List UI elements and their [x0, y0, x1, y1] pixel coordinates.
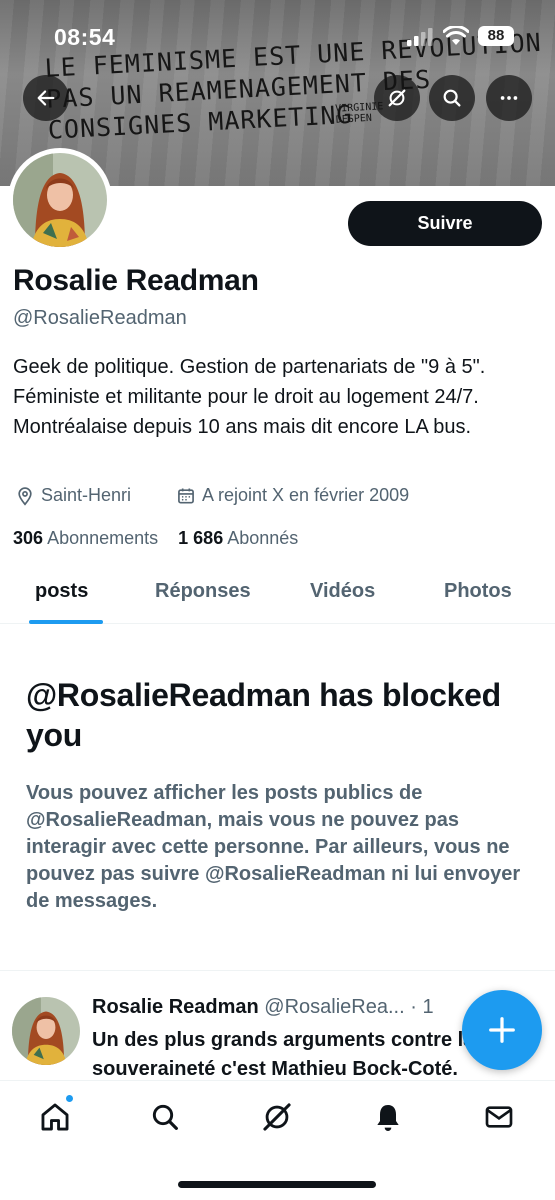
blocked-title: @RosalieReadman has blocked you — [26, 677, 501, 753]
search-profile-button[interactable] — [429, 75, 475, 121]
profile-name: Rosalie Readman — [13, 264, 259, 297]
notification-dot — [65, 1094, 74, 1103]
follow-button[interactable]: Suivre — [348, 201, 542, 246]
arrow-left-icon — [37, 90, 55, 106]
profile-bio: Geek de politique. Gestion de partenaria… — [13, 356, 486, 438]
tab-posts[interactable]: posts — [35, 580, 88, 603]
compose-button[interactable] — [462, 990, 542, 1070]
tab-videos[interactable]: Vidéos — [310, 580, 375, 603]
post-author-name[interactable]: Rosalie Readman — [92, 996, 259, 1018]
active-tab-indicator — [29, 620, 103, 624]
follow-counts: 306 Abonnements 1 686 Abonnés — [13, 528, 298, 549]
plus-icon — [489, 1017, 515, 1043]
nav-grok[interactable] — [257, 1097, 297, 1137]
tab-photos[interactable]: Photos — [444, 580, 512, 603]
profile-tabs: posts Réponses Vidéos Photos — [0, 566, 555, 624]
following-label: Abonnements — [47, 528, 159, 548]
nav-notifications[interactable] — [368, 1097, 408, 1137]
following-count: 306 — [13, 528, 44, 548]
wifi-icon — [443, 26, 469, 45]
bell-icon — [377, 1105, 399, 1131]
profile-joined: A rejoint X en février 2009 — [176, 485, 409, 506]
location-text: Saint-Henri — [41, 485, 132, 505]
grok-icon — [263, 1103, 291, 1131]
cellular-signal-icon — [407, 28, 433, 46]
battery-indicator: 88 — [478, 26, 514, 46]
followers-label: Abonnés — [227, 528, 299, 548]
nav-messages[interactable] — [479, 1097, 519, 1137]
profile-avatar[interactable] — [8, 148, 112, 252]
location-pin-icon — [18, 486, 32, 506]
following-link[interactable]: 306 Abonnements — [13, 528, 158, 548]
grok-icon — [388, 89, 406, 107]
followers-count: 1 686 — [178, 528, 224, 548]
post-header: Rosalie Readman @RosalieRea... · 1 — [92, 996, 434, 1019]
bottom-nav — [0, 1080, 555, 1200]
tab-replies[interactable]: Réponses — [155, 580, 251, 603]
more-options-button[interactable] — [486, 75, 532, 121]
avatar-photo — [13, 153, 107, 247]
more-icon — [500, 96, 518, 100]
search-icon — [443, 89, 461, 107]
mail-icon — [485, 1106, 513, 1128]
nav-home[interactable] — [35, 1094, 75, 1137]
post-time-separator: · 1 — [410, 996, 434, 1018]
profile-handle: @RosalieReadman — [13, 307, 187, 329]
profile-location: Saint-Henri — [15, 485, 131, 506]
status-time: 08:54 — [54, 24, 116, 50]
followers-link[interactable]: 1 686 Abonnés — [178, 528, 298, 548]
post-avatar[interactable] — [12, 997, 80, 1065]
post-author-handle[interactable]: @RosalieRea... — [264, 996, 404, 1018]
blocked-description: Vous pouvez afficher les posts publics d… — [26, 782, 521, 912]
joined-text: A rejoint X en février 2009 — [202, 485, 410, 505]
grok-button[interactable] — [374, 75, 420, 121]
back-button[interactable] — [23, 75, 69, 121]
search-icon — [152, 1104, 178, 1130]
status-bar: 08:54 88 — [0, 0, 555, 74]
nav-search[interactable] — [145, 1097, 185, 1137]
divider — [0, 970, 555, 971]
home-indicator — [178, 1181, 376, 1188]
home-icon — [41, 1103, 69, 1131]
calendar-icon — [178, 488, 194, 503]
